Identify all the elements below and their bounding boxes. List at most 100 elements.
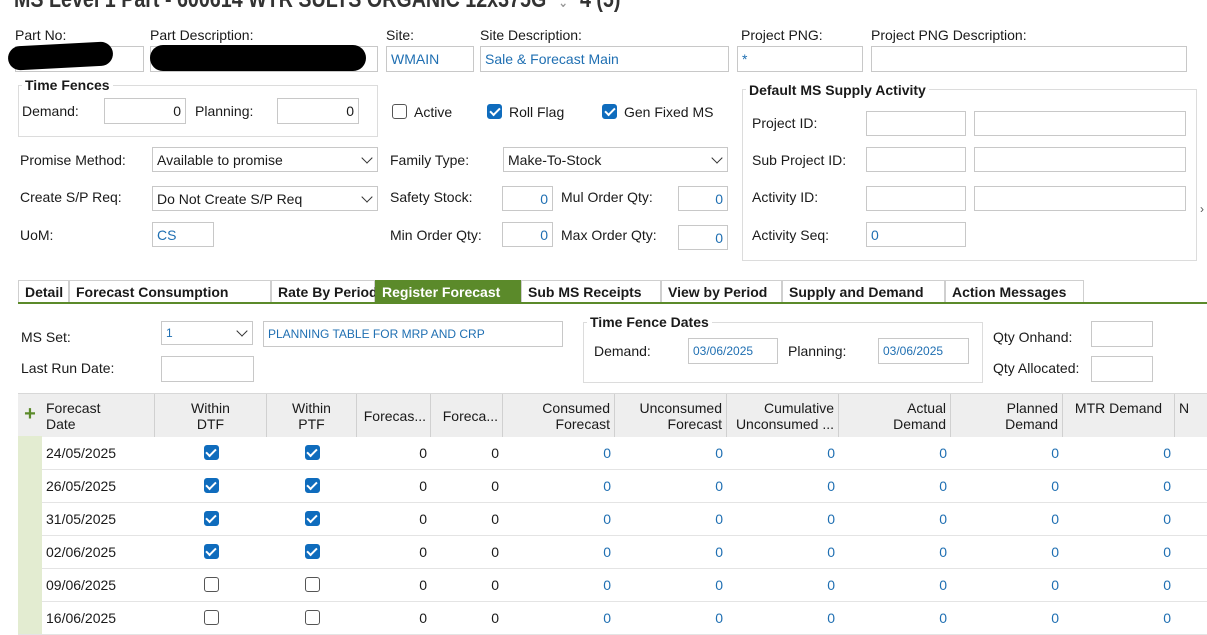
col-forecast-date[interactable]: Forecast Date <box>42 394 155 437</box>
within-dtf-checkbox[interactable] <box>203 577 219 592</box>
col-actual-demand[interactable]: Actual Demand <box>839 394 951 437</box>
activity-id-description-field[interactable] <box>974 186 1186 211</box>
project-png-description-field[interactable] <box>871 46 1187 72</box>
within-dtf-checkbox[interactable] <box>203 478 219 493</box>
tab-sub-ms-receipts[interactable]: Sub MS Receipts <box>521 280 661 302</box>
time-fence-dates-title: Time Fence Dates <box>587 314 712 330</box>
col-within-dtf[interactable]: Within DTF <box>155 394 267 437</box>
cell-f2: 0 <box>491 444 499 461</box>
row-selector[interactable] <box>18 601 42 634</box>
cell-forecast-date: 26/05/2025 <box>46 477 117 494</box>
activity-seq-field[interactable]: 0 <box>866 222 966 247</box>
promise-method-value: Available to promise <box>157 151 283 168</box>
cell-within-ptf <box>267 436 357 469</box>
last-run-date-field[interactable] <box>161 356 254 382</box>
within-dtf-checkbox[interactable] <box>203 445 219 460</box>
project-id-field[interactable] <box>866 111 966 136</box>
cell-cumulative: 0 <box>827 510 835 527</box>
table-row[interactable]: 31/05/2025 0 0 0 0 0 0 0 0 <box>18 502 1207 536</box>
mul-order-qty-field[interactable]: 0 <box>678 186 728 211</box>
within-ptf-checkbox[interactable] <box>304 478 320 493</box>
create-sp-req-select[interactable]: Do Not Create S/P Req <box>152 186 378 211</box>
table-row[interactable]: 09/06/2025 0 0 0 0 0 0 0 0 <box>18 568 1207 602</box>
uom-field[interactable]: CS <box>152 222 214 247</box>
project-png-description-label: Project PNG Description: <box>871 27 1027 43</box>
gen-fixed-ms-checkbox[interactable] <box>602 104 617 119</box>
cell-actual: 0 <box>939 477 947 494</box>
chevron-down-icon <box>361 151 373 164</box>
within-dtf-checkbox[interactable] <box>203 610 219 625</box>
within-ptf-checkbox[interactable] <box>304 511 320 526</box>
gen-fixed-ms-label: Gen Fixed MS <box>624 104 714 120</box>
col-unconsumed-forecast[interactable]: Unconsumed Forecast <box>615 394 727 437</box>
tab-action-messages[interactable]: Action Messages <box>945 280 1084 302</box>
tab-register-forecast[interactable]: Register Forecast <box>375 280 521 302</box>
table-row[interactable]: 02/06/2025 0 0 0 0 0 0 0 0 <box>18 535 1207 569</box>
site-field[interactable]: WMAIN <box>386 46 474 72</box>
table-row[interactable]: 24/05/2025 0 0 0 0 0 0 0 0 <box>18 436 1207 470</box>
chevron-down-icon <box>361 190 373 203</box>
project-id-description-field[interactable] <box>974 111 1186 136</box>
demand-fence-field[interactable]: 0 <box>104 98 186 124</box>
col-planned-demand[interactable]: Planned Demand <box>951 394 1063 437</box>
tfd-demand-field[interactable]: 03/06/2025 <box>688 338 778 364</box>
cell-cumulative: 0 <box>827 444 835 461</box>
sub-project-id-field[interactable] <box>866 147 966 172</box>
ms-set-description-field[interactable]: PLANNING TABLE FOR MRP AND CRP <box>263 321 563 347</box>
chevron-down-icon[interactable]: ⌄ <box>558 0 568 10</box>
col-mtr-demand[interactable]: MTR Demand <box>1063 394 1175 437</box>
cell-within-dtf <box>155 436 267 469</box>
table-row[interactable]: 16/06/2025 0 0 0 0 0 0 0 0 <box>18 601 1207 635</box>
col-within-dtf-label: Within DTF <box>191 399 230 432</box>
cell-f2: 0 <box>491 543 499 560</box>
planning-fence-field[interactable]: 0 <box>277 98 359 124</box>
chevron-right-icon[interactable]: › <box>1200 202 1204 216</box>
within-dtf-checkbox[interactable] <box>203 511 219 526</box>
col-cumulative-unconsumed[interactable]: Cumulative Unconsumed ... <box>727 394 839 437</box>
max-order-qty-field[interactable]: 0 <box>678 225 728 250</box>
col-consumed-forecast[interactable]: Consumed Forecast <box>503 394 615 437</box>
site-description-label: Site Description: <box>480 27 582 43</box>
site-description-field[interactable]: Sale & Forecast Main <box>480 46 729 72</box>
within-ptf-checkbox[interactable] <box>304 610 320 625</box>
table-row[interactable]: 26/05/2025 0 0 0 0 0 0 0 0 <box>18 469 1207 503</box>
record-counter: 4 (5) <box>580 0 620 13</box>
family-type-select[interactable]: Make-To-Stock <box>503 147 728 172</box>
col-next-label: N <box>1179 400 1190 416</box>
sub-project-id-description-field[interactable] <box>974 147 1186 172</box>
add-row-icon[interactable]: + <box>18 393 42 436</box>
cell-actual: 0 <box>939 609 947 626</box>
cell-within-dtf <box>155 502 267 535</box>
ms-set-select[interactable]: 1 <box>161 321 253 345</box>
roll-flag-checkbox[interactable] <box>487 104 502 119</box>
activity-id-field[interactable] <box>866 186 966 211</box>
tab-view-by-period[interactable]: View by Period <box>661 280 782 302</box>
col-forecast-2[interactable]: Foreca... <box>431 394 503 437</box>
qty-onhand-field[interactable] <box>1091 321 1153 347</box>
col-forecast-1[interactable]: Forecas... <box>357 394 431 437</box>
tfd-planning-field[interactable]: 03/06/2025 <box>878 338 969 364</box>
row-selector[interactable] <box>18 469 42 502</box>
tab-rate-by-period[interactable]: Rate By Period <box>271 280 378 302</box>
project-png-field[interactable]: * <box>737 46 863 72</box>
col-within-ptf[interactable]: Within PTF <box>267 394 357 437</box>
row-selector[interactable] <box>18 568 42 601</box>
col-next[interactable]: N <box>1175 394 1207 437</box>
row-selector[interactable] <box>18 436 42 469</box>
cell-f1: 0 <box>419 477 427 494</box>
safety-stock-field[interactable]: 0 <box>502 186 553 211</box>
tab-detail[interactable]: Detail <box>18 280 69 302</box>
promise-method-select[interactable]: Available to promise <box>152 147 378 172</box>
row-selector[interactable] <box>18 502 42 535</box>
within-ptf-checkbox[interactable] <box>304 445 320 460</box>
cell-actual: 0 <box>939 543 947 560</box>
within-ptf-checkbox[interactable] <box>304 577 320 592</box>
min-order-qty-field[interactable]: 0 <box>502 222 553 247</box>
row-selector[interactable] <box>18 535 42 568</box>
active-checkbox[interactable] <box>392 104 407 119</box>
tab-supply-and-demand[interactable]: Supply and Demand <box>782 280 945 302</box>
qty-allocated-field[interactable] <box>1091 356 1153 382</box>
within-dtf-checkbox[interactable] <box>203 544 219 559</box>
tab-forecast-consumption[interactable]: Forecast Consumption <box>69 280 271 302</box>
within-ptf-checkbox[interactable] <box>304 544 320 559</box>
